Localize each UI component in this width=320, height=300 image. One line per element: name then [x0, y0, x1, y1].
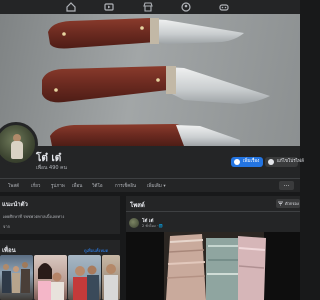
avatar-figure	[11, 141, 23, 159]
tab-videos[interactable]: วิดีโอ	[92, 182, 103, 189]
friend-photo[interactable]	[34, 255, 67, 300]
friend-photo[interactable]	[68, 255, 101, 300]
post-photo-cups	[126, 232, 300, 300]
marketplace-icon[interactable]	[143, 2, 153, 12]
edit-profile-button[interactable]: แก้ไขโปรไฟล์	[265, 157, 304, 167]
post-author-avatar[interactable]	[129, 218, 139, 228]
tab-about[interactable]: เกี่ยว	[31, 182, 40, 189]
post-timestamp[interactable]: 2 ชั่วโมง · 🌐	[142, 223, 163, 229]
knives-cover-image	[42, 18, 270, 146]
posts-divider	[126, 211, 300, 212]
tab-posts[interactable]: โพสต์	[8, 182, 19, 189]
video-icon[interactable]	[104, 2, 114, 12]
see-all-friends-link[interactable]: ดูเพื่อนทั้งหมด	[84, 247, 108, 254]
tab-friends[interactable]: เพื่อน	[72, 182, 82, 189]
posts-title: โพสต์	[130, 202, 145, 209]
gaming-icon[interactable]	[219, 2, 229, 12]
profile-tabs: โพสต์ เกี่ยว รูปภาพ เพื่อน วิดีโอ การเช็…	[0, 179, 300, 192]
post-image[interactable]	[126, 232, 300, 300]
filter-label: ตัวกรอง	[285, 201, 299, 206]
posts-card: โพสต์ ตัวกรอง โต๋ เต๋ 2 ชั่วโมง · 🌐	[126, 196, 300, 300]
about-hometown: จาก	[3, 224, 11, 229]
groups-icon[interactable]	[181, 2, 191, 12]
about-card: แนะนำตัว เคยศึกษาที่ รพชพวตทาลเบิ้งเลยทา…	[0, 196, 120, 234]
friend-photo[interactable]	[102, 255, 120, 300]
tab-checkins[interactable]: การเช็คอิน	[115, 182, 136, 189]
edit-profile-label: แก้ไขโปรไฟล์	[277, 159, 304, 164]
pencil-icon	[268, 159, 274, 165]
more-options-button[interactable]: ...	[279, 181, 294, 190]
plus-icon	[234, 159, 240, 165]
tab-more[interactable]: เพิ่มเติม ▾	[147, 182, 166, 189]
tab-photos[interactable]: รูปภาพ	[51, 182, 65, 189]
filter-button[interactable]: ตัวกรอง	[276, 199, 300, 208]
friend-photo-image	[38, 263, 64, 300]
friends-title: เพื่อน	[2, 247, 16, 254]
add-story-button[interactable]: เพิ่มเรื่อง	[231, 157, 263, 167]
friend-photo[interactable]	[0, 255, 33, 300]
cover-photo[interactable]	[0, 14, 300, 146]
about-education: เคยศึกษาที่ รพชพวตทาลเบิ้งเลยทาง	[3, 214, 65, 219]
about-title: แนะนำตัว	[2, 201, 28, 208]
friend-photo-image	[2, 262, 30, 293]
friend-photo-image	[104, 264, 118, 300]
add-story-label: เพิ่มเรื่อง	[243, 159, 260, 164]
filter-icon	[278, 201, 283, 206]
friends-count[interactable]: เพื่อน 490 คน	[36, 164, 67, 172]
friend-photo-image	[73, 265, 99, 300]
top-nav-bar	[0, 0, 300, 14]
home-icon[interactable]	[66, 2, 76, 12]
